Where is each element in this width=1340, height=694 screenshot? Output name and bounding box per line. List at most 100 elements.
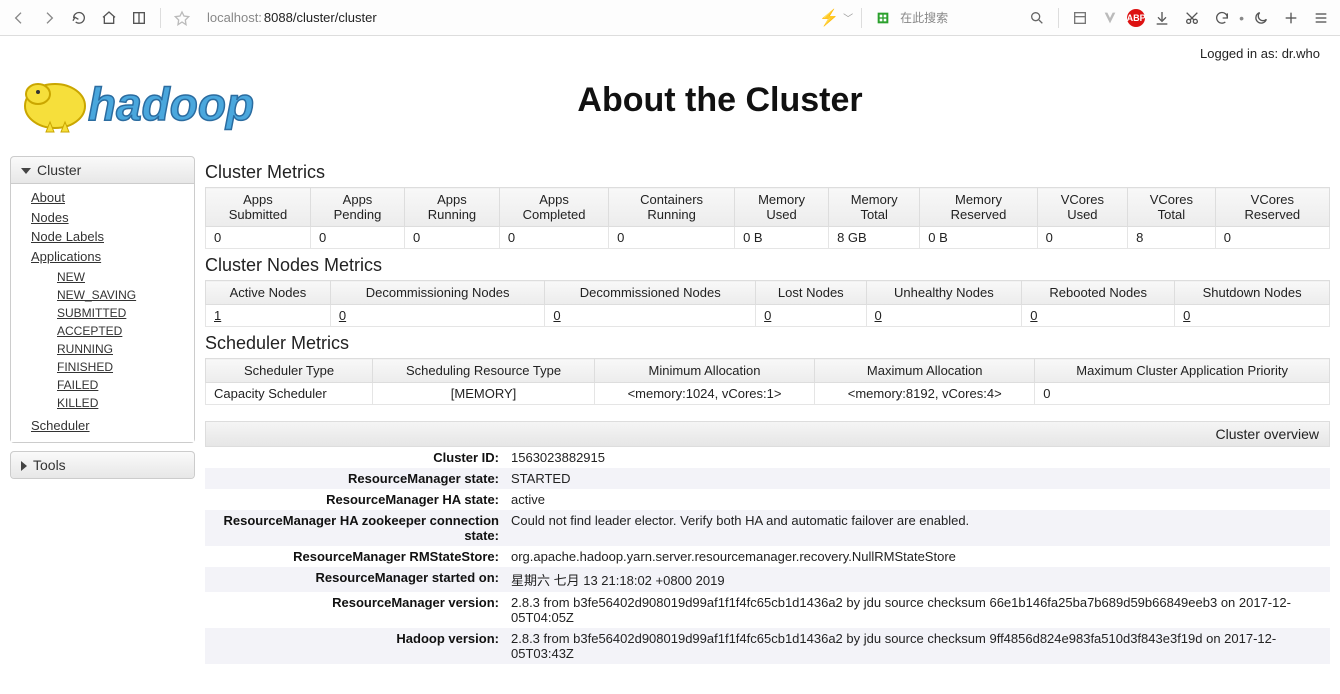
appstate-list: NEW NEW_SAVING SUBMITTED ACCEPTED RUNNIN… [57, 268, 186, 412]
toolbar-separator [1058, 8, 1059, 28]
hadoop-logo[interactable]: hadoop [10, 64, 310, 136]
toolbar-separator [160, 8, 161, 28]
sidebar-item-nodelabels[interactable]: Node Labels [31, 227, 186, 247]
k-rm-version: ResourceManager version: [205, 592, 505, 628]
section-cluster-metrics: Cluster Metrics [205, 162, 1330, 183]
lightning-icon[interactable]: ⚡ [819, 8, 839, 28]
sidebar: Cluster About Nodes Node Labels Applicat… [10, 156, 195, 664]
favorite-button[interactable] [169, 5, 195, 31]
translate-icon[interactable] [1067, 5, 1093, 31]
th-decomming: Decommissioning Nodes [330, 281, 545, 305]
readmode-button[interactable] [126, 5, 152, 31]
td-decommed: 0 [545, 305, 756, 327]
v-rm-state: STARTED [505, 468, 1330, 489]
add-tab-icon[interactable] [1278, 5, 1304, 31]
th-vc-used: VCores Used [1037, 188, 1127, 227]
td-unhealthy: 0 [866, 305, 1022, 327]
forward-button[interactable] [36, 5, 62, 31]
th-lost: Lost Nodes [756, 281, 866, 305]
reload-button[interactable] [66, 5, 92, 31]
th-shutdown: Shutdown Nodes [1175, 281, 1330, 305]
download-icon[interactable] [1149, 5, 1175, 31]
v-cluster-id: 1563023882915 [505, 447, 1330, 468]
back-button[interactable] [6, 5, 32, 31]
appstate-killed[interactable]: KILLED [57, 394, 186, 412]
toolbar-right: ABP • [1067, 5, 1334, 31]
sidebar-item-applications[interactable]: Applications [31, 247, 186, 267]
th-apps-completed: Apps Completed [499, 188, 608, 227]
sidebar-item-about[interactable]: About [31, 188, 186, 208]
td-apps-pending: 0 [310, 227, 404, 249]
appstate-submitted[interactable]: SUBMITTED [57, 304, 186, 322]
cluster-nodes-table: Active Nodes Decommissioning Nodes Decom… [205, 280, 1330, 327]
appstate-accepted[interactable]: ACCEPTED [57, 322, 186, 340]
link-active[interactable]: 1 [214, 308, 221, 323]
address-bar[interactable]: localhost:8088/cluster/cluster [199, 6, 815, 30]
k-rm-ha-state: ResourceManager HA state: [205, 489, 505, 510]
header: hadoop About the Cluster [10, 64, 1330, 136]
cluster-metrics-table: Apps Submitted Apps Pending Apps Running… [205, 187, 1330, 249]
menu-icon[interactable] [1308, 5, 1334, 31]
adblock-icon[interactable]: ABP [1127, 9, 1145, 27]
td-mem-total: 8 GB [829, 227, 920, 249]
th-vc-res: VCores Reserved [1215, 188, 1329, 227]
th-containers-running: Containers Running [609, 188, 735, 227]
th-active: Active Nodes [206, 281, 331, 305]
k-cluster-id: Cluster ID: [205, 447, 505, 468]
link-lost[interactable]: 0 [764, 308, 771, 323]
chevron-down-icon[interactable]: ﹀ [843, 10, 853, 25]
v-rm-ha-state: active [505, 489, 1330, 510]
link-unhealthy[interactable]: 0 [875, 308, 882, 323]
sidebar-item-nodes[interactable]: Nodes [31, 208, 186, 228]
td-mem-res: 0 B [920, 227, 1037, 249]
k-rm-statestore: ResourceManager RMStateStore: [205, 546, 505, 567]
home-button[interactable] [96, 5, 122, 31]
td-apps-completed: 0 [499, 227, 608, 249]
search-icon[interactable] [1024, 5, 1050, 31]
td-lost: 0 [756, 305, 866, 327]
sidebar-item-scheduler[interactable]: Scheduler [31, 416, 186, 436]
sidebar-head-tools[interactable]: Tools [11, 452, 194, 478]
undo-icon[interactable] [1209, 5, 1235, 31]
appstate-failed[interactable]: FAILED [57, 376, 186, 394]
scissors-icon[interactable] [1179, 5, 1205, 31]
moon-icon[interactable] [1248, 5, 1274, 31]
th-sched-min: Minimum Allocation [594, 359, 814, 383]
td-sched-prio: 0 [1035, 383, 1330, 405]
v-rm-statestore: org.apache.hadoop.yarn.server.resourcema… [505, 546, 1330, 567]
url-host: localhost: [207, 10, 262, 25]
td-mem-used: 0 B [735, 227, 829, 249]
td-vc-res: 0 [1215, 227, 1329, 249]
sidebar-panel-cluster: Cluster About Nodes Node Labels Applicat… [10, 156, 195, 443]
appstate-running[interactable]: RUNNING [57, 340, 186, 358]
overview-caption: Cluster overview [205, 421, 1330, 447]
td-reboot: 0 [1022, 305, 1175, 327]
appstate-newsaving[interactable]: NEW_SAVING [57, 286, 186, 304]
appstate-new[interactable]: NEW [57, 268, 186, 286]
v-rm-started: 星期六 七月 13 21:18:02 +0800 2019 [505, 567, 1330, 592]
appstate-finished[interactable]: FINISHED [57, 358, 186, 376]
link-decommed[interactable]: 0 [553, 308, 560, 323]
th-unhealthy: Unhealthy Nodes [866, 281, 1022, 305]
toolbar-separator [861, 8, 862, 28]
td-vc-total: 8 [1128, 227, 1216, 249]
link-reboot[interactable]: 0 [1030, 308, 1037, 323]
th-mem-res: Memory Reserved [920, 188, 1037, 227]
td-shutdown: 0 [1175, 305, 1330, 327]
link-decomming[interactable]: 0 [339, 308, 346, 323]
td-decomming: 0 [330, 305, 545, 327]
link-shutdown[interactable]: 0 [1183, 308, 1190, 323]
toolbar-search[interactable]: 在此搜索 [900, 7, 1020, 29]
k-rm-state: ResourceManager state: [205, 468, 505, 489]
dot-icon: • [1239, 10, 1244, 26]
extension1-icon[interactable] [870, 5, 896, 31]
th-reboot: Rebooted Nodes [1022, 281, 1175, 305]
url-path: 8088/cluster/cluster [264, 10, 377, 25]
sidebar-head-cluster[interactable]: Cluster [11, 157, 194, 184]
td-vc-used: 0 [1037, 227, 1127, 249]
td-sched-min: <memory:1024, vCores:1> [594, 383, 814, 405]
v-badge-icon[interactable] [1097, 5, 1123, 31]
login-status: Logged in as: dr.who [10, 46, 1330, 64]
overview-table: Cluster ID:1563023882915 ResourceManager… [205, 447, 1330, 664]
sidebar-panel-tools: Tools [10, 451, 195, 479]
